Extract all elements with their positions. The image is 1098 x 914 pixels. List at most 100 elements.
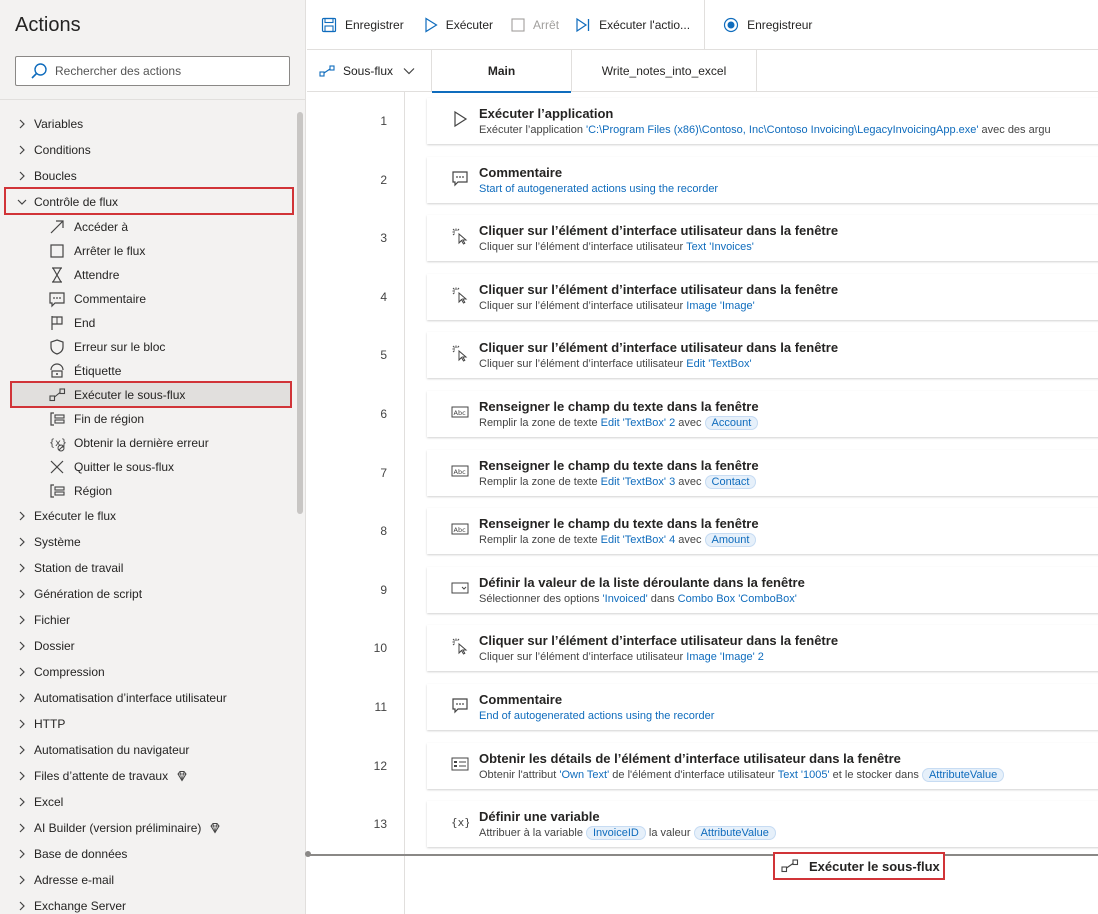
- category-generation-de-script[interactable]: Génération de script: [0, 581, 300, 607]
- action-card[interactable]: Exécuter l’application Exécuter l’applica…: [427, 98, 1098, 144]
- action-row[interactable]: 4 Cliquer sur l’élément d’interface utili…: [307, 268, 1098, 326]
- run-action-button[interactable]: Exécuter l'actio...: [575, 17, 690, 33]
- comment-icon: [48, 290, 66, 308]
- stop-button[interactable]: Arrêt: [511, 18, 559, 32]
- action-item-commentaire[interactable]: Commentaire: [0, 287, 300, 311]
- action-item-arreter-le-flux[interactable]: Arrêter le flux: [0, 239, 300, 263]
- action-title: Commentaire: [479, 692, 563, 707]
- category-adresse-e-mail[interactable]: Adresse e-mail: [0, 867, 300, 893]
- category-files-d-attente-de-travaux[interactable]: Files d’attente de travaux: [0, 763, 300, 789]
- action-row[interactable]: 9 Définir la valeur de la liste déroulant…: [307, 561, 1098, 619]
- svg-text:{x}: {x}: [451, 816, 469, 829]
- search-box[interactable]: [15, 56, 290, 86]
- action-row[interactable]: 5 Cliquer sur l’élément d’interface utili…: [307, 326, 1098, 384]
- category-boucles[interactable]: Boucles: [0, 163, 300, 189]
- action-row[interactable]: 7 Abc Renseigner le champ du texte dans la…: [307, 444, 1098, 502]
- description-text: avec: [675, 417, 705, 429]
- action-row[interactable]: 11 Commentaire End of autogenerated action…: [307, 678, 1098, 736]
- close-icon: [48, 458, 66, 476]
- category-http[interactable]: HTTP: [0, 711, 300, 737]
- category-ai-builder-version-preliminaire[interactable]: AI Builder (version préliminaire): [0, 815, 300, 841]
- stop-icon: [511, 17, 525, 32]
- action-card[interactable]: Cliquer sur l’élément d’interface utilis…: [427, 273, 1098, 320]
- tab-main[interactable]: Main: [432, 50, 572, 93]
- tab-write-notes-into-excel[interactable]: Write_notes_into_excel: [572, 50, 757, 92]
- run-button[interactable]: Exécuter: [424, 16, 494, 33]
- action-card[interactable]: Définir la valeur de la liste déroulante…: [427, 566, 1098, 613]
- action-item-acceder-a[interactable]: Accéder à: [0, 215, 300, 239]
- action-row[interactable]: 6 Abc Renseigner le champ du texte dans la…: [307, 385, 1098, 443]
- action-description: End of autogenerated actions using the r…: [479, 710, 714, 722]
- subflows-dropdown[interactable]: Sous-flux: [307, 50, 432, 92]
- category-controle-de-flux[interactable]: Contrôle de flux: [0, 189, 300, 215]
- category-compression[interactable]: Compression: [0, 659, 300, 685]
- category-base-de-donnees[interactable]: Base de données: [0, 841, 300, 867]
- action-description: Cliquer sur l’élément d’interface utilis…: [479, 358, 752, 370]
- action-card[interactable]: Obtenir les détails de l’élément d’inter…: [427, 742, 1098, 789]
- shield-icon: [48, 338, 66, 356]
- action-item-fin-de-region[interactable]: Fin de région: [0, 407, 300, 431]
- category-fichier[interactable]: Fichier: [0, 607, 300, 633]
- category-station-de-travail[interactable]: Station de travail: [0, 555, 300, 581]
- category-automatisation-du-navigateur[interactable]: Automatisation du navigateur: [0, 737, 300, 763]
- chevron-right-icon: [16, 640, 28, 652]
- action-card[interactable]: Abc Renseigner le champ du texte dans la …: [427, 508, 1098, 555]
- action-row[interactable]: 8 Abc Renseigner le champ du texte dans la…: [307, 502, 1098, 560]
- description-text: Attribuer à la variable: [479, 827, 586, 840]
- category-exchange-server[interactable]: Exchange Server: [0, 893, 300, 914]
- action-card[interactable]: Cliquer sur l’élément d’interface utilis…: [427, 215, 1098, 262]
- description-text: Cliquer sur l’élément d’interface utilis…: [479, 651, 687, 664]
- recorder-button[interactable]: Enregistreur: [723, 17, 812, 33]
- line-number: 6: [380, 407, 387, 421]
- category-executer-le-flux[interactable]: Exécuter le flux: [0, 503, 300, 529]
- category-label: Dossier: [34, 639, 75, 653]
- category-label: Boucles: [34, 169, 77, 183]
- search-input[interactable]: [55, 64, 255, 78]
- action-row[interactable]: 2 Commentaire Start of autogenerated actio…: [307, 151, 1098, 209]
- action-card[interactable]: Cliquer sur l’élément d’interface utilis…: [427, 625, 1098, 672]
- action-row[interactable]: 3 Cliquer sur l’élément d’interface utili…: [307, 209, 1098, 267]
- action-row[interactable]: 10 Cliquer sur l’élément d’interface util…: [307, 619, 1098, 677]
- line-number: 7: [380, 465, 387, 480]
- action-item-attendre[interactable]: Attendre: [0, 263, 300, 287]
- action-row[interactable]: 13 {x} Définir une variable Attribuer à la …: [307, 795, 1098, 853]
- category-conditions[interactable]: Conditions: [0, 137, 300, 163]
- action-row[interactable]: 12 Obtenir les détails de l’élément d’int…: [307, 737, 1098, 795]
- category-dossier[interactable]: Dossier: [0, 633, 300, 659]
- scrollbar[interactable]: [297, 112, 303, 514]
- chevron-right-icon: [16, 822, 28, 834]
- category-excel[interactable]: Excel: [0, 789, 300, 815]
- action-item-executer-le-sous-flux[interactable]: Exécuter le sous-flux: [12, 383, 292, 407]
- action-description: Attribuer à la variable InvoiceID la val…: [479, 826, 776, 841]
- action-item-erreur-sur-le-bloc[interactable]: Erreur sur le bloc: [0, 335, 300, 359]
- action-title: Renseigner le champ du texte dans la fen…: [479, 457, 759, 473]
- category-automatisation-d-interface-utilisateur[interactable]: Automatisation d’interface utilisateur: [0, 685, 300, 711]
- action-item-label: Fin de région: [74, 412, 145, 426]
- stop-label: Arrêt: [533, 17, 560, 32]
- dragged-action[interactable]: Exécuter le sous-flux: [773, 852, 945, 880]
- category-variables[interactable]: Variables: [0, 111, 300, 137]
- chevron-right-icon: [16, 874, 28, 886]
- action-card[interactable]: {x} Définir une variable Attribuer à la va…: [427, 801, 1098, 848]
- description-text: dans: [647, 592, 678, 605]
- action-card[interactable]: Cliquer sur l’élément d’interface utilis…: [427, 332, 1098, 379]
- action-card[interactable]: Commentaire End of autogenerated actions …: [427, 684, 1098, 730]
- action-card[interactable]: Abc Renseigner le champ du texte dans la …: [427, 391, 1098, 437]
- action-item-region[interactable]: Région: [0, 479, 300, 503]
- save-button[interactable]: Enregistrer: [321, 17, 404, 33]
- category-label: Excel: [34, 795, 64, 809]
- action-card[interactable]: Commentaire Start of autogenerated action…: [427, 156, 1098, 203]
- category-systeme[interactable]: Système: [0, 529, 300, 555]
- dropdown-icon: [451, 579, 469, 597]
- category-label: Variables: [34, 117, 84, 131]
- run-label: Exécuter: [445, 17, 494, 32]
- category-label: Compression: [34, 665, 105, 679]
- textfield-icon: Abc: [451, 520, 469, 538]
- category-label: Adresse e-mail: [34, 873, 115, 887]
- action-item-etiquette[interactable]: Étiquette: [0, 359, 300, 383]
- action-card[interactable]: Abc Renseigner le champ du texte dans la …: [427, 449, 1098, 496]
- action-item-obtenir-la-derniere-erreur[interactable]: {x} Obtenir la dernière erreur: [0, 431, 300, 455]
- action-item-end[interactable]: End: [0, 311, 300, 335]
- action-item-quitter-le-sous-flux[interactable]: Quitter le sous-flux: [0, 455, 300, 479]
- action-row[interactable]: 1 Exécuter l’application Exécuter l’applic…: [307, 92, 1098, 150]
